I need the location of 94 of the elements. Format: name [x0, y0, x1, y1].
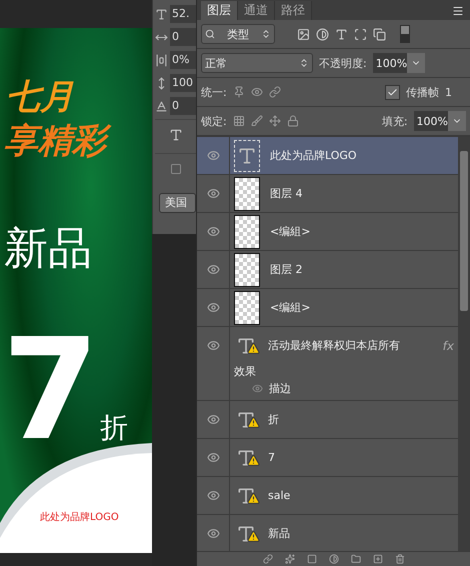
layer-row[interactable]: <编組>: [197, 213, 458, 251]
layer-row[interactable]: 7: [197, 439, 458, 477]
text-layer-icon: [234, 140, 260, 172]
brush-icon[interactable]: [250, 115, 263, 127]
canvas-text: 七月: [5, 78, 75, 118]
updown-icon: [299, 58, 309, 68]
text-icon[interactable]: [335, 28, 348, 40]
eye-icon[interactable]: [252, 383, 263, 394]
layer-name: 活动最終解释权归本店所有: [268, 338, 401, 353]
effects-icon[interactable]: [284, 554, 294, 564]
dropdown-button[interactable]: [407, 53, 426, 73]
value-field[interactable]: 0: [170, 28, 196, 46]
effects-title: 效果: [233, 364, 257, 379]
lock-label: 锁定:: [201, 114, 227, 128]
unify-label: 统一:: [201, 84, 227, 100]
move-icon[interactable]: [268, 115, 281, 127]
layer-thumbnail: [234, 214, 260, 248]
canvas-text: 享精彩: [2, 122, 112, 162]
layer-name: sale: [268, 489, 292, 502]
canvas-text: 折: [99, 412, 129, 444]
pin-icon[interactable]: [232, 86, 245, 98]
eye-icon[interactable]: [206, 339, 220, 352]
eye-icon[interactable]: [206, 225, 220, 238]
canvas-text: 7: [1, 310, 100, 471]
panel-tab[interactable]: 路径: [275, 1, 312, 20]
search-icon: [205, 29, 215, 39]
link-icon[interactable]: [268, 86, 281, 98]
value-field[interactable]: 52.: [170, 5, 196, 23]
effect-name: 描边: [269, 381, 292, 396]
text-style-icon[interactable]: [168, 128, 182, 142]
image-icon[interactable]: [297, 28, 310, 40]
lock-icon[interactable]: [286, 115, 299, 127]
eye-icon[interactable]: [206, 451, 220, 464]
logo-text: 此处为品牌LOGO: [39, 512, 120, 524]
layer-row[interactable]: 此处为品牌LOGO: [197, 137, 458, 175]
layer-name: 图层 2: [270, 262, 304, 277]
layer-name: 图层 4: [270, 186, 304, 201]
spacing-icon: [155, 54, 168, 66]
value-field[interactable]: 0%: [170, 51, 196, 69]
eye-icon[interactable]: [206, 489, 220, 502]
eye-icon[interactable]: [206, 187, 220, 200]
folder-icon[interactable]: [350, 554, 360, 564]
fill-field[interactable]: 100%: [414, 111, 448, 131]
eye-icon[interactable]: [206, 149, 220, 162]
layer-name: 折: [268, 412, 280, 427]
fill-label: 填充:: [382, 114, 408, 128]
layer-name: 7: [268, 451, 276, 464]
adjustment-icon[interactable]: [328, 554, 338, 564]
panel-tab[interactable]: 通道: [238, 1, 275, 20]
layer-name: 新品: [268, 526, 291, 541]
smart-object-icon[interactable]: [373, 28, 386, 40]
link-icon[interactable]: [262, 554, 272, 564]
shape-icon[interactable]: [354, 28, 367, 40]
panel-tab[interactable]: 图层: [201, 1, 238, 20]
filter-toggle[interactable]: [400, 25, 410, 43]
layer-row[interactable]: <编組>: [197, 289, 458, 327]
blend-mode-select[interactable]: 正常: [201, 53, 313, 73]
check-icon: [387, 86, 398, 98]
layer-thumbnail: [234, 176, 260, 210]
opacity-field[interactable]: 100%: [372, 53, 408, 73]
filter-select[interactable]: 类型: [201, 24, 275, 44]
layer-row[interactable]: 图层 2: [197, 251, 458, 289]
contrast-icon[interactable]: [316, 28, 329, 40]
effects-label: fx: [442, 338, 455, 352]
value-field[interactable]: 100: [170, 74, 196, 92]
opacity-label: 不透明度:: [319, 56, 367, 70]
layer-row[interactable]: sale: [197, 477, 458, 515]
checker-icon[interactable]: [232, 115, 245, 127]
text-size-icon: [155, 8, 168, 20]
value-field[interactable]: 0: [170, 97, 196, 115]
eye-link-icon[interactable]: [250, 86, 263, 98]
layer-name: <编組>: [270, 300, 312, 315]
trash-icon[interactable]: [394, 554, 404, 564]
menu-icon[interactable]: [452, 5, 464, 17]
eye-icon[interactable]: [206, 413, 220, 426]
layer-thumbnail: [234, 252, 260, 286]
baseline-icon: [155, 100, 168, 112]
eye-icon[interactable]: [206, 263, 220, 276]
canvas-text: 新品: [3, 224, 93, 275]
layer-row[interactable]: 活动最終解释权归本店所有 fx 效果 描边: [197, 327, 458, 401]
layer-name: <编組>: [270, 224, 312, 239]
layer-row[interactable]: 图层 4: [197, 175, 458, 213]
layer-thumbnail: [234, 290, 260, 324]
layer-row[interactable]: 折: [197, 401, 458, 439]
checkbox[interactable]: [385, 84, 400, 100]
frame-number: 1: [445, 86, 452, 98]
scrollbar[interactable]: [458, 137, 470, 551]
propagate-label: 传播帧: [406, 84, 439, 100]
eye-icon[interactable]: [206, 301, 220, 314]
eye-icon[interactable]: [206, 527, 220, 540]
layer-name: 此处为品牌LOGO: [270, 148, 358, 163]
language-button[interactable]: 美国: [159, 193, 196, 213]
new-layer-icon[interactable]: [372, 554, 382, 564]
updown-icon: [261, 29, 271, 39]
